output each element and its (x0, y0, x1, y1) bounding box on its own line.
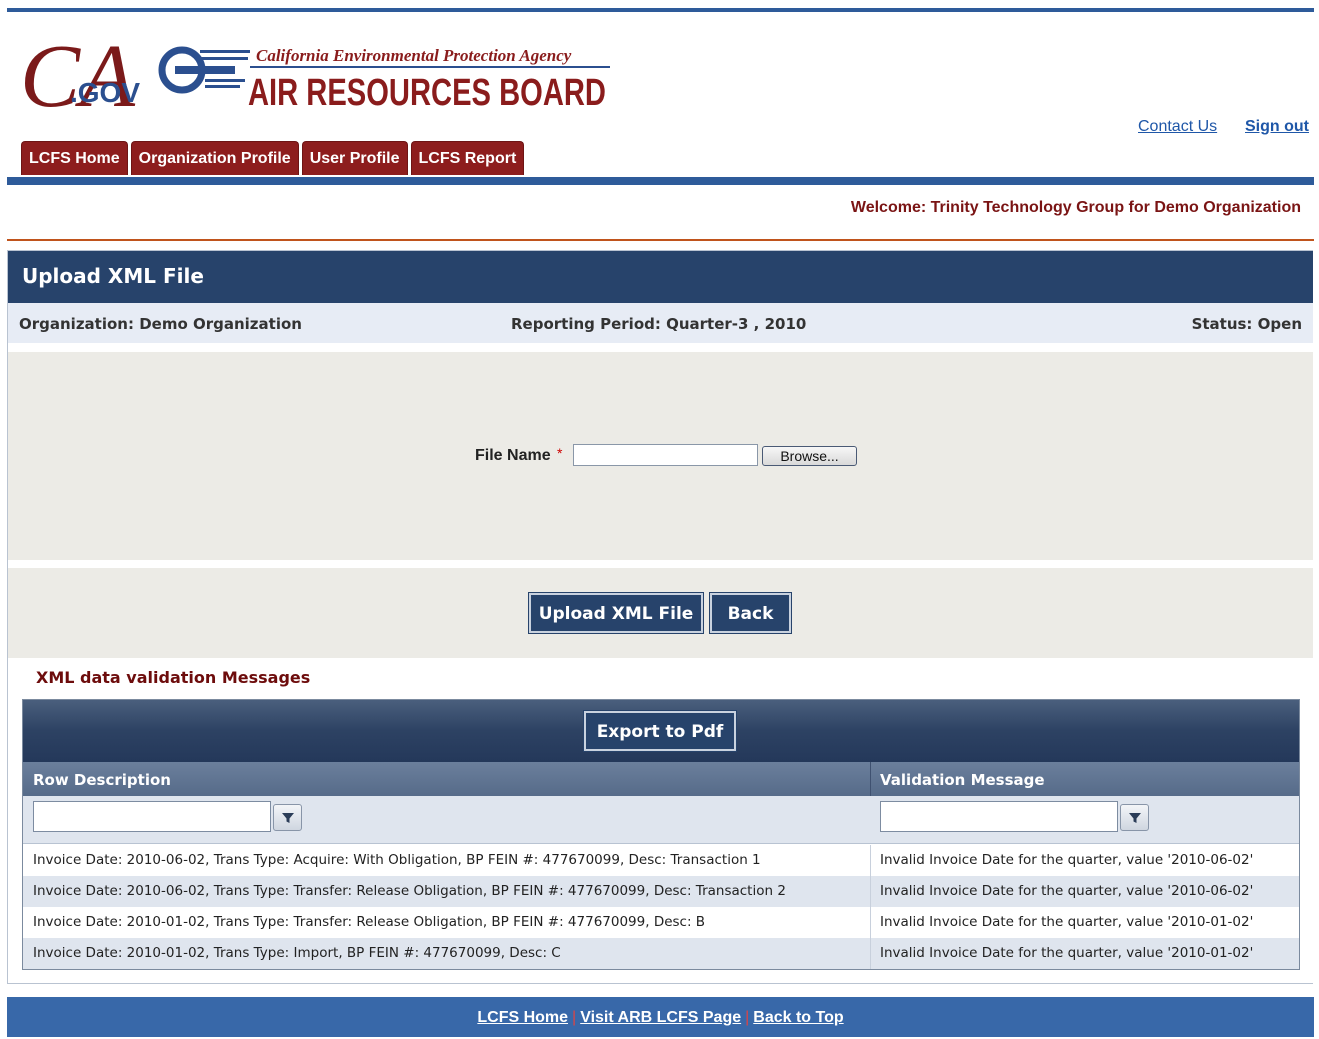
footer-back-to-top-link[interactable]: Back to Top (753, 1009, 843, 1026)
validation-message-cell: Invalid Invoice Date for the quarter, va… (880, 883, 1254, 899)
top-rule (7, 8, 1314, 12)
filter-icon (1128, 812, 1141, 823)
contact-us-link[interactable]: Contact Us (1138, 118, 1217, 136)
row-description-cell: Invoice Date: 2010-06-02, Trans Type: Ac… (33, 852, 761, 868)
footer-lcfs-home-link[interactable]: LCFS Home (477, 1009, 568, 1026)
nav-rule (7, 177, 1314, 185)
table-row[interactable]: Invoice Date: 2010-01-02, Trans Type: Tr… (23, 907, 1299, 938)
tab-user-profile[interactable]: User Profile (301, 141, 408, 175)
row-description-filter-input[interactable] (33, 801, 271, 832)
row-description-cell: Invoice Date: 2010-01-02, Trans Type: Im… (33, 945, 561, 961)
reporting-period-label: Reporting Period: Quarter-3 , 2010 (511, 315, 807, 333)
main-nav-tabs: LCFS Home Organization Profile User Prof… (21, 141, 525, 175)
status-label: Status: Open (1191, 315, 1302, 333)
section-gap (8, 560, 1313, 568)
footer-separator: | (572, 1009, 577, 1026)
required-marker: * (557, 445, 563, 461)
organization-label: Organization: Demo Organization (19, 315, 302, 333)
row-description-cell: Invoice Date: 2010-06-02, Trans Type: Tr… (33, 883, 786, 899)
logo-board: AIR RESOURCES BOARD (248, 72, 606, 114)
divider (7, 239, 1314, 241)
column-header-row-description[interactable]: Row Description (33, 771, 171, 789)
logo-gov: .GOV (70, 77, 140, 108)
grid-header-row: Row Description Validation Message (23, 762, 1299, 796)
validation-heading: XML data validation Messages (36, 668, 311, 687)
tab-lcfs-home[interactable]: LCFS Home (21, 141, 128, 175)
welcome-message: Welcome: Trinity Technology Group for De… (850, 199, 1301, 216)
validation-message-filter-input[interactable] (880, 801, 1118, 832)
validation-message-filter-button[interactable] (1120, 804, 1149, 831)
footer-arb-lcfs-link[interactable]: Visit ARB LCFS Page (580, 1009, 741, 1026)
report-info-bar: Organization: Demo Organization Reportin… (8, 303, 1313, 343)
footer-bar: LCFS Home | Visit ARB LCFS Page | Back to To… (7, 997, 1314, 1037)
section-gap (8, 343, 1313, 352)
file-name-label: File Name (475, 447, 551, 464)
table-row[interactable]: Invoice Date: 2010-06-02, Trans Type: Tr… (23, 876, 1299, 907)
row-description-filter-button[interactable] (273, 804, 302, 831)
footer-separator: | (745, 1009, 750, 1026)
tab-lcfs-report[interactable]: LCFS Report (410, 141, 525, 175)
logo-graphic: CA .GOV California Environmental Protect… (20, 27, 610, 126)
arb-emblem-icon (158, 46, 250, 94)
filter-icon (281, 812, 294, 823)
column-header-validation-message[interactable]: Validation Message (880, 771, 1045, 789)
ca-gov-arb-logo[interactable]: CA .GOV California Environmental Protect… (20, 14, 620, 126)
logo-agency: California Environmental Protection Agen… (256, 46, 572, 65)
upload-xml-file-button[interactable]: Upload XML File (528, 592, 704, 634)
table-row[interactable]: Invoice Date: 2010-01-02, Trans Type: Im… (23, 938, 1299, 969)
file-name-input[interactable] (573, 444, 758, 466)
validation-message-cell: Invalid Invoice Date for the quarter, va… (880, 914, 1254, 930)
table-row[interactable]: Invoice Date: 2010-06-02, Trans Type: Ac… (23, 845, 1299, 876)
sign-out-link[interactable]: Sign out (1245, 118, 1309, 136)
column-separator (870, 762, 871, 796)
row-description-cell: Invoice Date: 2010-01-02, Trans Type: Tr… (33, 914, 706, 930)
page-title: Upload XML File (8, 251, 1313, 303)
browse-button[interactable]: Browse... (762, 446, 857, 466)
tab-organization-profile[interactable]: Organization Profile (130, 141, 299, 175)
validation-message-cell: Invalid Invoice Date for the quarter, va… (880, 945, 1254, 961)
back-button[interactable]: Back (709, 592, 792, 634)
validation-message-cell: Invalid Invoice Date for the quarter, va… (880, 852, 1254, 868)
export-to-pdf-button[interactable]: Export to Pdf (583, 710, 737, 752)
